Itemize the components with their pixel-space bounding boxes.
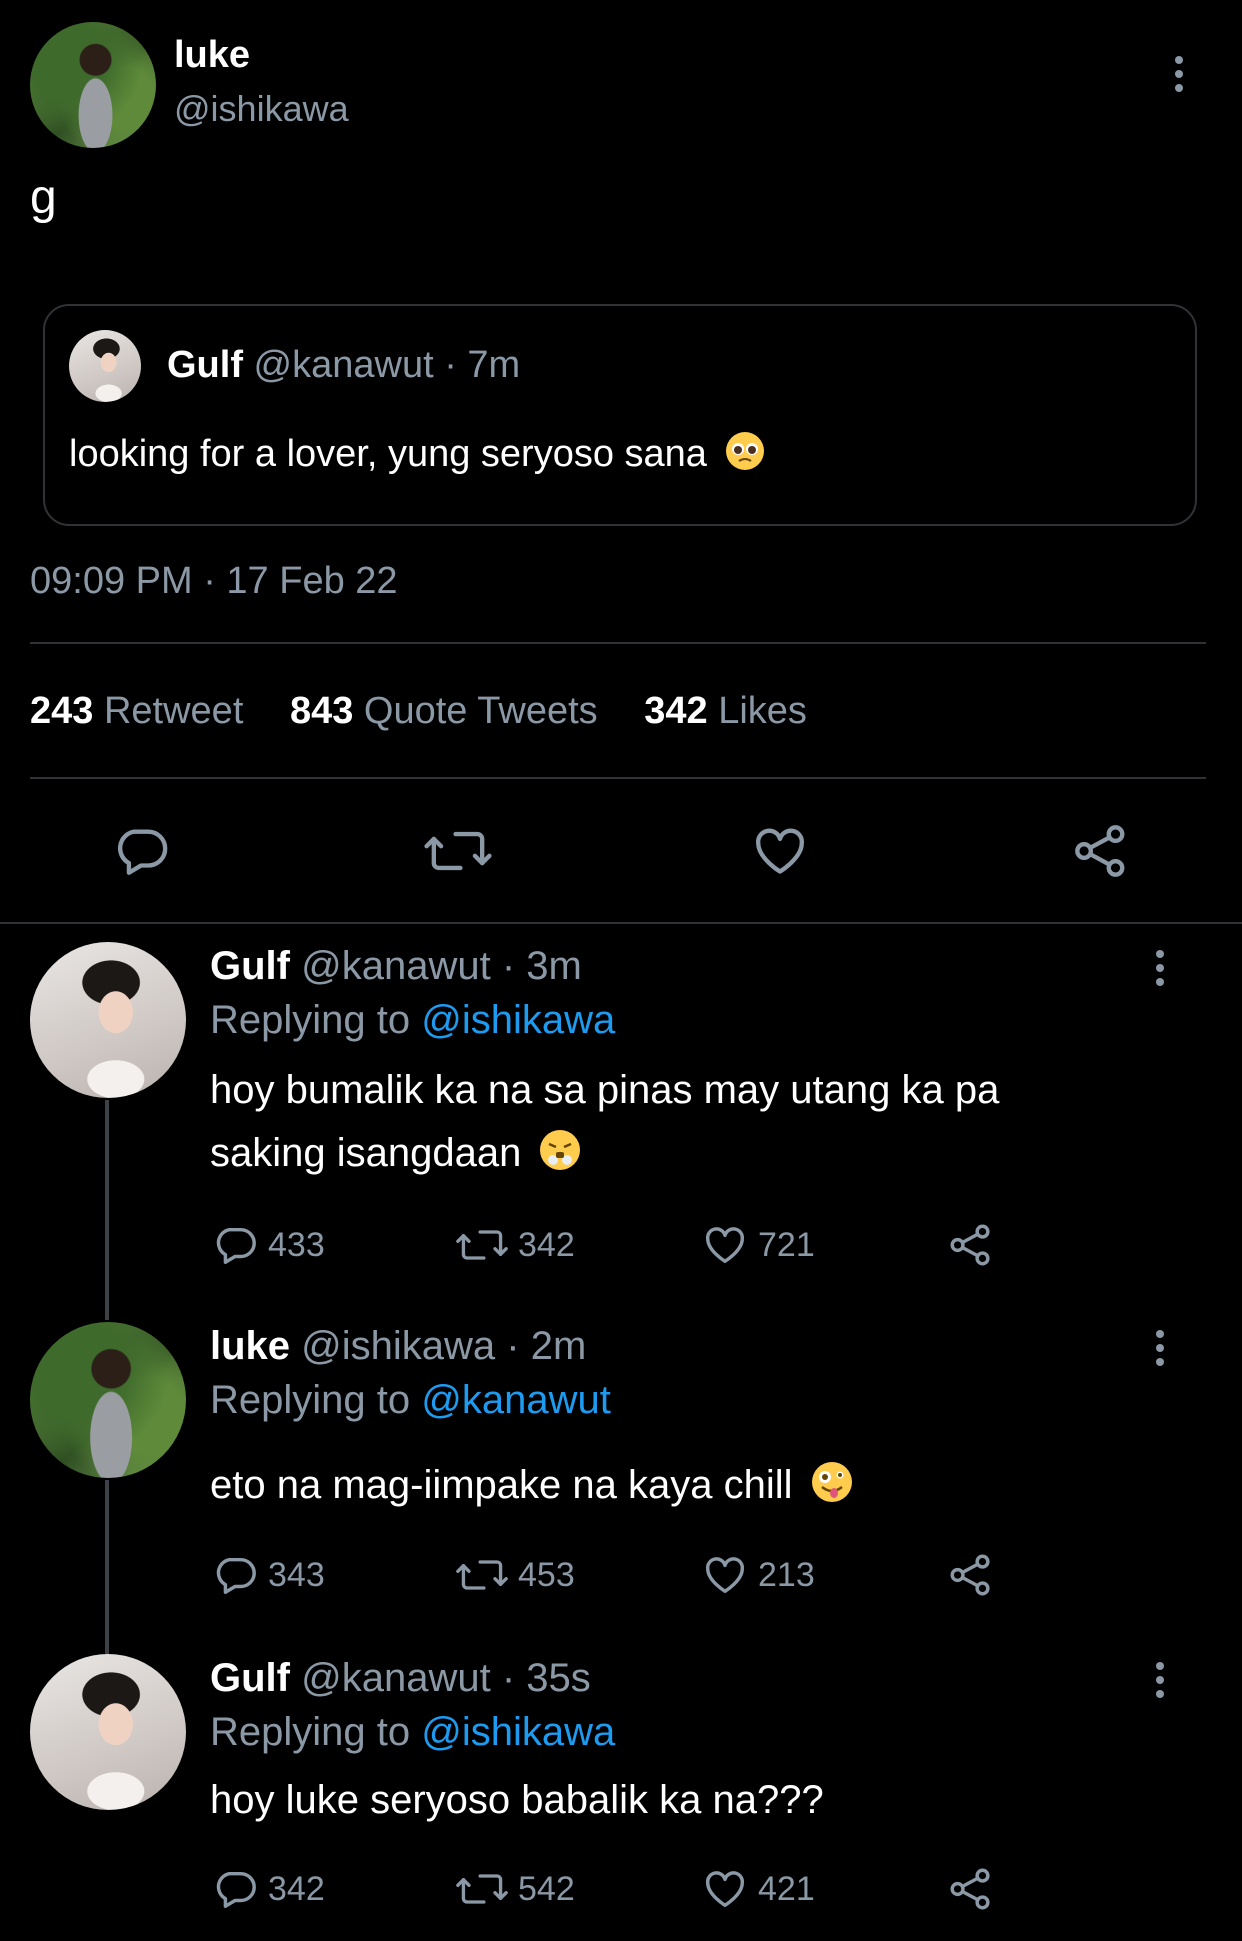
tweet-stats: 243 Retweet 843 Quote Tweets 342 Likes [30,690,807,733]
retweet-count: 542 [518,1869,575,1908]
reply-meta: @kanawut · 35s [301,1656,591,1700]
retweet-button[interactable]: 342 [456,1222,575,1268]
more-options-icon[interactable] [1175,56,1185,98]
retweet-button[interactable]: 542 [456,1866,575,1912]
reply-meta: @kanawut · 3m [301,944,582,988]
face-with-steam-icon [540,1130,581,1170]
divider [30,642,1206,644]
quoted-meta: @kanawut · 7m [253,344,521,386]
retweet-count: 453 [518,1555,575,1594]
share-icon[interactable] [1072,822,1130,880]
stat-quote-tweets[interactable]: 843 Quote Tweets [290,690,598,732]
retweet-button[interactable]: 453 [456,1552,575,1598]
zany-face-icon [811,1462,852,1502]
like-button[interactable]: 721 [702,1222,815,1268]
replying-to-link[interactable]: @ishikawa [421,998,615,1042]
avatar[interactable] [30,22,156,148]
reply-count: 342 [268,1869,325,1908]
share-icon[interactable] [948,1222,994,1268]
reply-author-name[interactable]: luke [210,1324,290,1368]
avatar[interactable] [30,1654,186,1810]
reply-text: hoy luke seryoso babalik ka na??? [210,1778,824,1822]
tweet-text: g [30,171,57,224]
more-options-icon[interactable] [1156,1662,1166,1704]
thread-line [105,1100,109,1320]
reply-button[interactable]: 433 [212,1222,325,1268]
avatar[interactable] [30,942,186,1098]
reply-meta: @ishikawa · 2m [301,1324,587,1368]
quoted-author-name: Gulf [167,344,243,386]
quoted-avatar [69,330,141,402]
replying-label: Replying to [210,998,411,1042]
reply-text: saking isangdaan [210,1131,522,1175]
reply-author-name[interactable]: Gulf [210,1656,290,1700]
reply-icon[interactable] [112,822,170,880]
thread-line [105,1480,109,1655]
more-options-icon[interactable] [1156,950,1166,992]
reply-count: 343 [268,1555,325,1594]
tweet-timestamp[interactable]: 09:09 PM · 17 Feb 22 [30,560,398,603]
like-button[interactable]: 421 [702,1866,815,1912]
like-count: 421 [758,1869,815,1908]
replying-to-link[interactable]: @kanawut [421,1378,611,1422]
like-icon[interactable] [750,822,810,880]
stat-likes[interactable]: 342 Likes [644,690,807,732]
like-count: 721 [758,1225,815,1264]
divider [30,777,1206,779]
divider [0,922,1242,924]
author-handle[interactable]: @ishikawa [174,88,349,130]
quoted-tweet-card[interactable]: Gulf @kanawut · 7m looking for a lover, … [43,304,1197,526]
pleading-face-icon [725,432,764,470]
reply-count: 433 [268,1225,325,1264]
reply-button[interactable]: 342 [212,1866,325,1912]
reply-text: eto na mag-iimpake na kaya chill [210,1463,793,1507]
stat-retweets[interactable]: 243 Retweet [30,690,243,732]
replying-label: Replying to [210,1378,411,1422]
avatar[interactable] [30,1322,186,1478]
retweet-count: 342 [518,1225,575,1264]
share-icon[interactable] [948,1866,994,1912]
more-options-icon[interactable] [1156,1330,1166,1372]
like-button[interactable]: 213 [702,1552,815,1598]
reply-text: hoy bumalik ka na sa pinas may utang ka … [210,1068,1000,1112]
share-icon[interactable] [948,1552,994,1598]
replying-label: Replying to [210,1710,411,1754]
author-name[interactable]: luke [174,34,250,77]
replying-to-link[interactable]: @ishikawa [421,1710,615,1754]
retweet-icon[interactable] [424,822,492,880]
reply-author-name[interactable]: Gulf [210,944,290,988]
quoted-text: looking for a lover, yung seryoso sana [69,433,707,475]
reply-button[interactable]: 343 [212,1552,325,1598]
like-count: 213 [758,1555,815,1594]
